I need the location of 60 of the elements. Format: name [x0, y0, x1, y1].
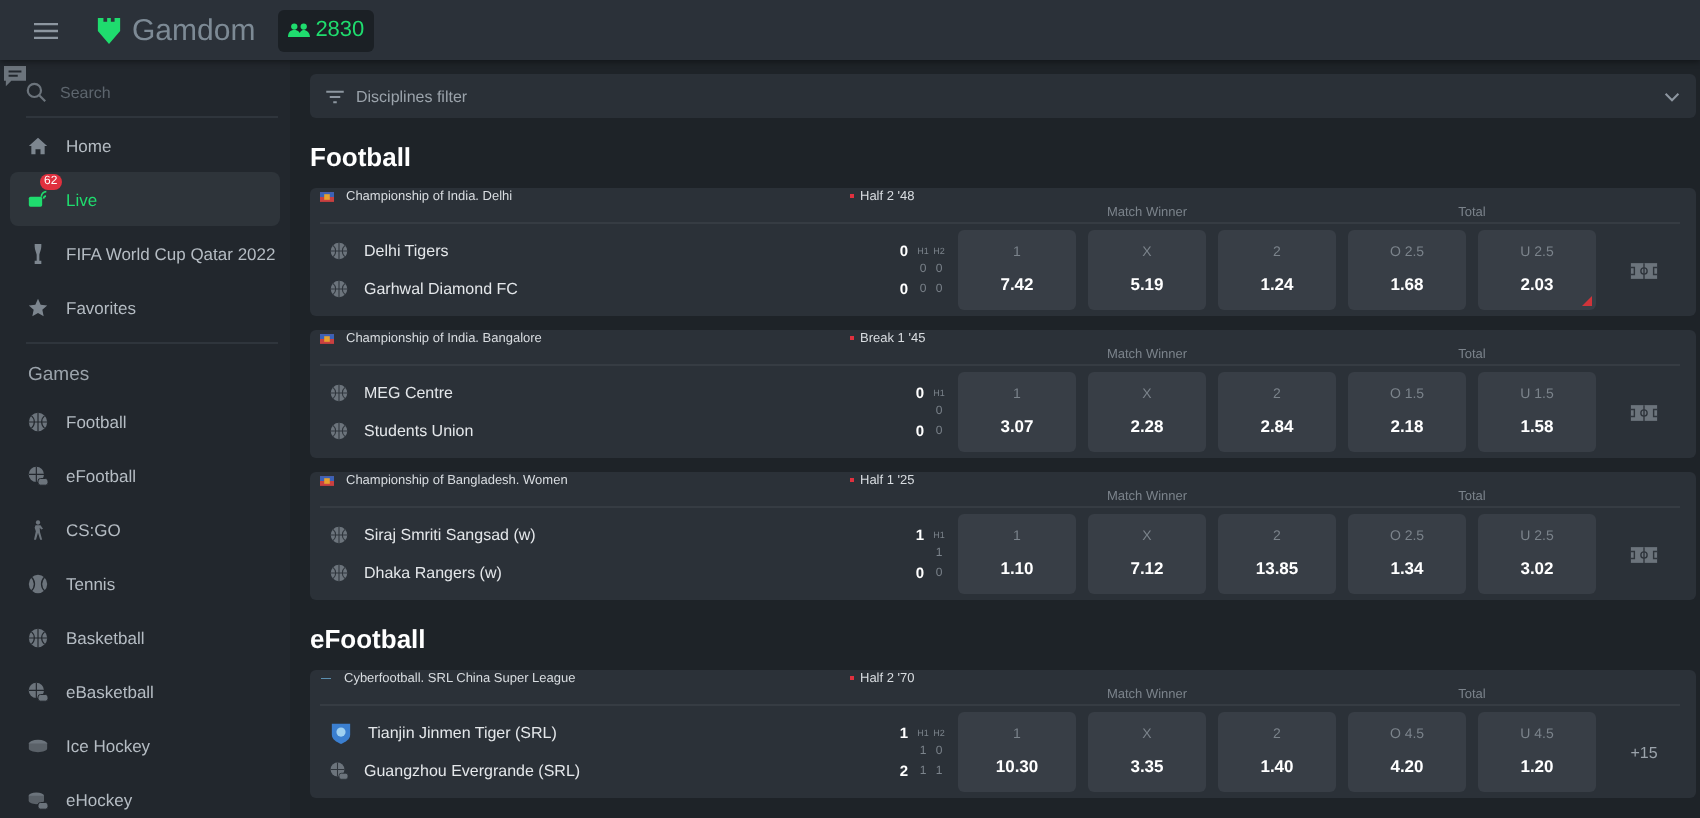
sport-item[interactable]: eBasketball — [10, 664, 280, 718]
nav-item[interactable]: Favorites — [10, 280, 280, 334]
chat-icon[interactable] — [4, 66, 26, 88]
tennis-ball-icon — [28, 573, 48, 593]
ball-icon — [330, 526, 348, 544]
logo-icon — [96, 15, 122, 45]
home-icon — [28, 135, 48, 155]
ball-icon — [330, 564, 348, 582]
sport-item[interactable]: eHockey — [10, 772, 280, 818]
ball-gamepad-icon — [28, 465, 48, 485]
sport-item[interactable]: eFootball — [10, 448, 280, 502]
team-name: Dhaka Rangers (w) — [364, 564, 502, 582]
pitch-icon[interactable] — [1630, 261, 1658, 279]
team-name: Students Union — [364, 422, 474, 440]
search-icon — [26, 82, 46, 102]
puck-gamepad-icon — [28, 789, 48, 809]
section-heading: Games — [26, 362, 92, 390]
team-name: Garhwal Diamond FC — [364, 280, 518, 298]
team-name: Siraj Smriti Sangsad (w) — [364, 526, 536, 544]
team-name: Tianjin Jinmen Tiger (SRL) — [368, 724, 557, 742]
ball-gamepad-icon — [330, 762, 348, 780]
sport-item[interactable]: CS:GO — [10, 502, 280, 556]
ball-icon — [28, 411, 48, 431]
flag-icon — [320, 191, 334, 202]
sport-heading: Football — [310, 142, 414, 174]
disciplines-filter[interactable]: Disciplines filter — [310, 74, 1696, 118]
more-markets-link[interactable]: +15 — [1630, 743, 1658, 761]
chevron-down-icon — [1664, 91, 1680, 101]
live-icon — [28, 189, 48, 209]
flag-icon — [320, 475, 334, 486]
flag-icon — [320, 333, 334, 344]
puck-icon — [28, 735, 48, 755]
crest-icon — [330, 722, 352, 744]
users-icon — [287, 22, 310, 38]
ball-icon — [330, 280, 348, 298]
search-field[interactable]: Search — [60, 83, 240, 101]
nav-item[interactable]: FIFA World Cup Qatar 2022 — [10, 226, 280, 280]
team-name: MEG Centre — [364, 384, 453, 402]
pitch-icon[interactable] — [1630, 403, 1658, 421]
ball-icon — [330, 422, 348, 440]
ball-gamepad-icon — [28, 681, 48, 701]
sport-item[interactable]: Football — [10, 394, 280, 448]
team-name: Delhi Tigers — [364, 242, 449, 260]
pitch-icon[interactable] — [1630, 545, 1658, 563]
team-name: Guangzhou Evergrande (SRL) — [364, 762, 581, 780]
player-icon — [28, 519, 48, 539]
ball-icon — [330, 384, 348, 402]
sport-item[interactable]: Ice Hockey — [10, 718, 280, 772]
sport-item[interactable]: Tennis — [10, 556, 280, 610]
menu-icon[interactable] — [34, 21, 58, 39]
ball-icon — [330, 242, 348, 260]
star-icon — [28, 297, 48, 317]
nav-item[interactable]: Home — [10, 118, 280, 172]
online-counter: 2830 — [277, 9, 375, 51]
filter-icon — [326, 89, 344, 103]
dash-icon — [320, 677, 332, 680]
sport-heading: eFootball — [310, 624, 428, 656]
sport-item[interactable]: Basketball — [10, 610, 280, 664]
logo-text[interactable]: Gamdom — [132, 13, 256, 47]
ball-icon — [28, 627, 48, 647]
